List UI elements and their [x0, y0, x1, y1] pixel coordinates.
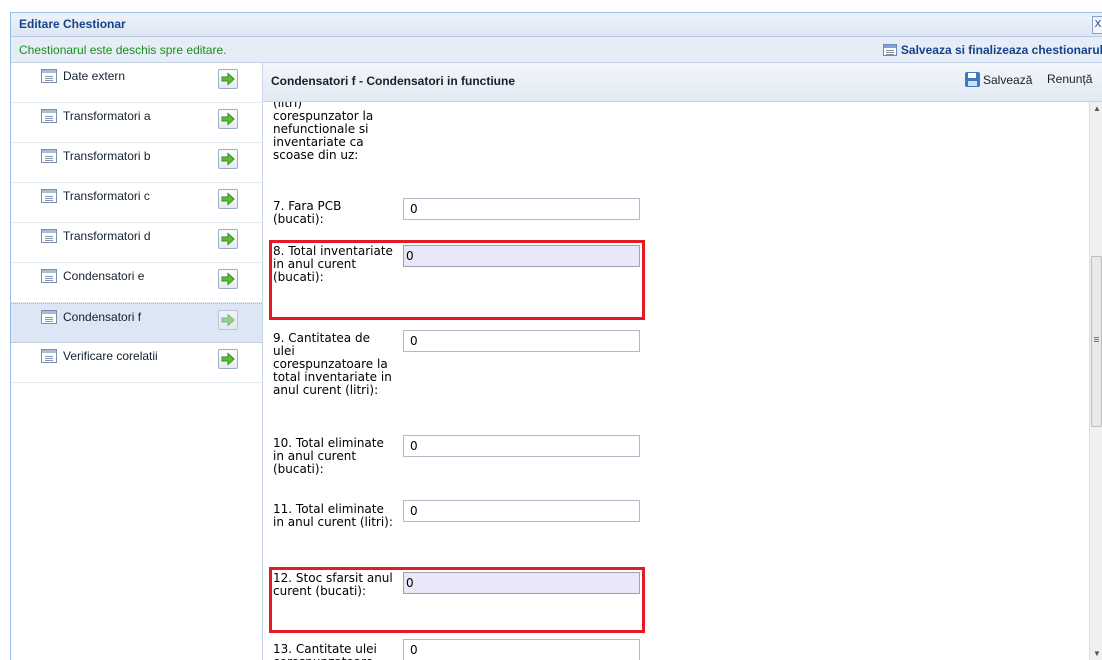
- sidebar-item-label: Verificare corelatii: [63, 349, 158, 363]
- cancel-button[interactable]: Renunță: [1047, 72, 1092, 86]
- go-arrow-icon[interactable]: [218, 149, 238, 169]
- go-arrow-icon[interactable]: [218, 109, 238, 129]
- sidebar-item-condensatori-e[interactable]: Condensatori e: [11, 263, 262, 303]
- floppy-disk-icon: [965, 72, 980, 87]
- field-input-9-cantitate-ulei[interactable]: [403, 330, 640, 352]
- close-icon[interactable]: X: [1092, 16, 1102, 34]
- sidebar-item-transformatori-d[interactable]: Transformatori d: [11, 223, 262, 263]
- status-message: Chestionarul este deschis spre editare.: [19, 43, 227, 57]
- highlight-box-field-8: [269, 240, 645, 320]
- document-icon: [41, 109, 57, 123]
- field-input-11-total-eliminate-litri[interactable]: [403, 500, 640, 522]
- window-title-bar: Editare Chestionar X: [11, 13, 1102, 37]
- form-icon: [882, 43, 897, 56]
- scroll-up-arrow-icon[interactable]: ▲: [1093, 104, 1101, 113]
- form-panel: Condensatori f - Condensatori in functiu…: [263, 63, 1102, 660]
- field-input-13-cantitate-ulei[interactable]: [403, 639, 640, 660]
- go-arrow-icon[interactable]: [218, 310, 238, 330]
- form-panel-header: Condensatori f - Condensatori in functiu…: [263, 63, 1102, 102]
- sidebar-item-verificare-corelatii[interactable]: Verificare corelatii: [11, 343, 262, 383]
- go-arrow-icon[interactable]: [218, 269, 238, 289]
- field-input-10-total-eliminate-bucati[interactable]: [403, 435, 640, 457]
- field-input-7-fara-pcb[interactable]: [403, 198, 640, 220]
- highlight-box-field-12: [269, 567, 645, 633]
- save-button[interactable]: Salvează: [965, 72, 1032, 87]
- go-arrow-icon[interactable]: [218, 229, 238, 249]
- sidebar-item-label: Condensatori e: [63, 269, 145, 283]
- document-icon: [41, 269, 57, 283]
- sidebar-item-label: Transformatori d: [63, 229, 151, 243]
- finalize-questionnaire-button[interactable]: Salveaza si finalizeaza chestionarul: [882, 41, 1102, 58]
- document-icon: [41, 349, 57, 363]
- grip-icon: [1094, 337, 1099, 338]
- go-arrow-icon[interactable]: [218, 189, 238, 209]
- form-scrollbar[interactable]: ▲ ▼: [1089, 102, 1102, 660]
- sidebar-item-transformatori-b[interactable]: Transformatori b: [11, 143, 262, 183]
- go-arrow-icon[interactable]: [218, 349, 238, 369]
- save-button-label: Salvează: [983, 72, 1033, 87]
- document-icon: [41, 149, 57, 163]
- field-label-13-cantitate-ulei: 13. Cantitate ulei corespunzatoare: [273, 642, 377, 660]
- form-scroll-area: (litri) corespunzator la nefunctionale s…: [263, 102, 1089, 660]
- sidebar-item-label: Transformatori c: [63, 189, 150, 203]
- document-icon: [41, 189, 57, 203]
- sidebar-item-label: Date extern: [63, 69, 126, 83]
- go-arrow-icon[interactable]: [218, 69, 238, 89]
- field-label-6-oil-nonfunctional: (litri) corespunzator la nefunctionale s…: [273, 102, 374, 162]
- form-panel-title: Condensatori f - Condensatori in functiu…: [271, 74, 515, 88]
- document-icon: [41, 229, 57, 243]
- finalize-button-label: Salveaza si finalizeaza chestionarul: [900, 42, 1102, 57]
- field-label-10-total-eliminate-bucati: 10. Total eliminate in anul curent (buca…: [273, 436, 384, 476]
- questionnaire-window: Editare Chestionar X Chestionarul este d…: [10, 12, 1102, 660]
- field-label-11-total-eliminate-litri: 11. Total eliminate in anul curent (litr…: [273, 502, 393, 529]
- scroll-down-arrow-icon[interactable]: ▼: [1093, 649, 1101, 658]
- document-icon: [41, 69, 57, 83]
- window-title: Editare Chestionar: [19, 17, 126, 31]
- field-label-7-fara-pcb: 7. Fara PCB (bucati):: [273, 199, 342, 226]
- sidebar-item-label: Transformatori a: [63, 109, 151, 123]
- scrollbar-thumb[interactable]: [1091, 256, 1102, 427]
- sidebar-item-condensatori-f[interactable]: Condensatori f: [11, 303, 262, 343]
- sidebar-item-label: Transformatori b: [63, 149, 151, 163]
- status-bar: Chestionarul este deschis spre editare. …: [11, 37, 1102, 63]
- sidebar-item-transformatori-c[interactable]: Transformatori c: [11, 183, 262, 223]
- sidebar-item-date-extern[interactable]: Date extern: [11, 63, 262, 103]
- sidebar-item-label: Condensatori f: [63, 310, 142, 324]
- document-icon: [41, 310, 57, 324]
- sidebar-item-transformatori-a[interactable]: Transformatori a: [11, 103, 262, 143]
- section-sidebar: Date extern Transformatori a Transformat…: [11, 63, 263, 660]
- field-label-9-cantitate-ulei: 9. Cantitatea de ulei corespunzatoare la…: [273, 331, 392, 397]
